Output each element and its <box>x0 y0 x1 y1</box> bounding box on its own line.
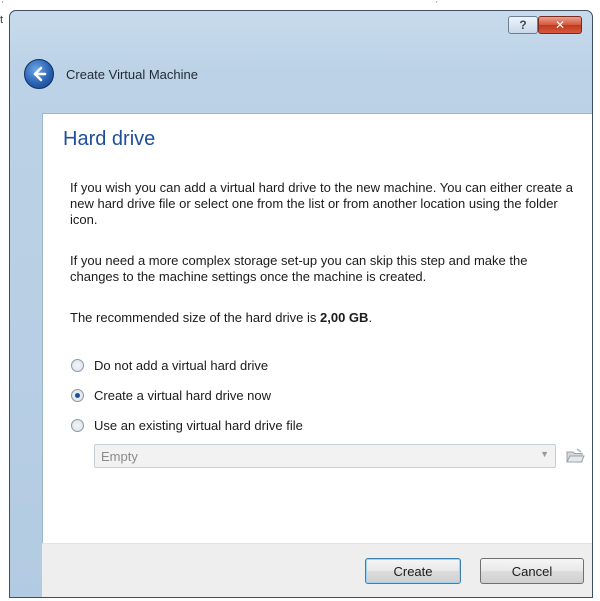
disk-file-select[interactable]: Empty ▼ <box>94 444 556 468</box>
cancel-button[interactable]: Cancel <box>480 558 584 584</box>
recommended-size-text: The recommended size of the hard drive i… <box>70 310 580 326</box>
option-label: Create a virtual hard drive now <box>94 387 272 403</box>
create-button[interactable]: Create <box>365 558 461 584</box>
help-icon: ? <box>519 18 527 32</box>
option-label: Use an existing virtual hard drive file <box>94 417 303 433</box>
wizard-title: Create Virtual Machine <box>66 67 198 82</box>
close-button[interactable]: ✕ <box>538 16 582 34</box>
help-button[interactable]: ? <box>508 16 538 34</box>
description-paragraph: If you wish you can add a virtual hard d… <box>70 180 573 227</box>
option-create-disk[interactable]: Create a virtual hard drive now <box>71 386 271 404</box>
back-arrow-icon <box>33 66 47 82</box>
wizard-header: Create Virtual Machine <box>10 59 592 93</box>
recommended-suffix: . <box>368 310 373 325</box>
option-label: Do not add a virtual hard drive <box>94 357 269 373</box>
page-title: Hard drive <box>63 128 156 150</box>
background-mark: ' <box>2 0 4 9</box>
radio-existing-disk[interactable] <box>71 418 84 432</box>
background-text: t <box>0 14 4 26</box>
folder-icon <box>566 448 585 463</box>
wizard-window: ? ✕ Create Virtual Machine Hard drive If… <box>9 10 593 598</box>
chevron-down-icon: ▼ <box>540 449 549 459</box>
button-bar: Create Cancel <box>42 543 592 597</box>
recommended-prefix: The recommended size of the hard drive i… <box>70 310 321 325</box>
content-panel: Hard drive If you wish you can add a vir… <box>42 113 592 543</box>
disk-file-select-value: Empty <box>101 449 138 464</box>
choose-disk-file-button[interactable] <box>565 446 585 466</box>
background-mark: ' <box>436 0 438 9</box>
option-existing-disk[interactable]: Use an existing virtual hard drive file <box>71 416 303 434</box>
radio-create-disk[interactable] <box>71 388 84 402</box>
close-icon: ✕ <box>554 18 566 32</box>
storage-note-paragraph: If you need a more complex storage set-u… <box>70 253 528 284</box>
back-button[interactable] <box>24 59 54 89</box>
radio-no-disk[interactable] <box>71 358 84 372</box>
option-no-disk[interactable]: Do not add a virtual hard drive <box>71 356 268 374</box>
recommended-size-value: 2,00 GB <box>320 310 369 325</box>
title-bar: ? ✕ <box>10 11 592 47</box>
